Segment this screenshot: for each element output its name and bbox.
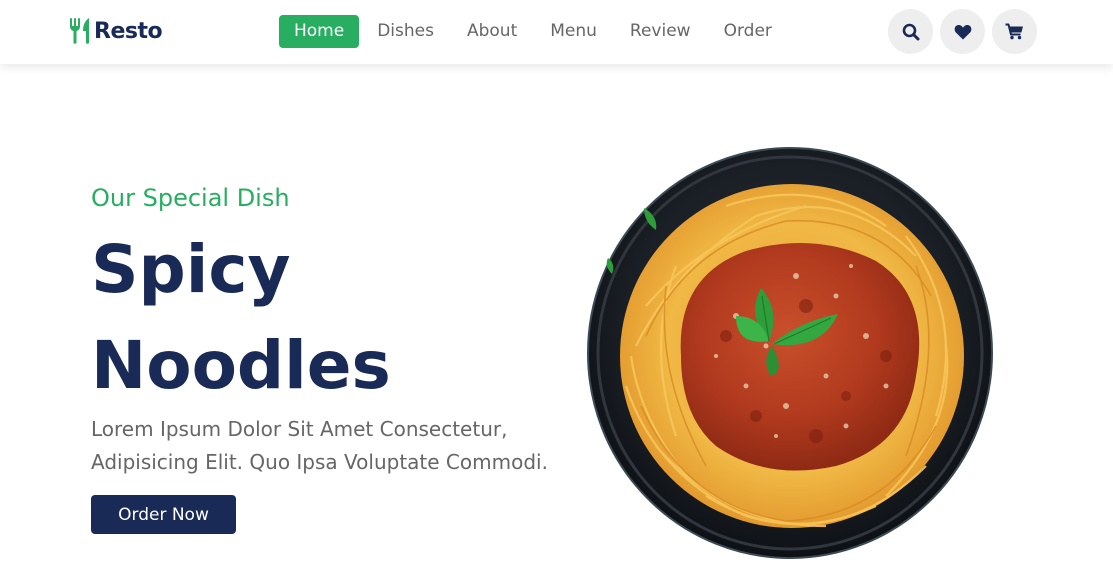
hero-subtitle: Our Special Dish [91, 184, 290, 212]
utensils-icon [70, 18, 89, 44]
search-button[interactable] [888, 9, 933, 54]
hero-title-line-2: Noodles [91, 327, 391, 404]
header-icons [888, 9, 1037, 54]
hero-title-line-1: Spicy [91, 231, 291, 308]
dish-image [587, 147, 993, 559]
cart-button[interactable] [992, 9, 1037, 54]
search-icon [902, 23, 919, 40]
site-header: Resto Home Dishes About Menu Review Orde… [0, 0, 1113, 64]
hero-description: Lorem Ipsum Dolor Sit Amet Consectetur, … [91, 417, 548, 474]
heart-icon [954, 24, 971, 39]
logo[interactable]: Resto [68, 16, 163, 46]
nav-order[interactable]: Order [708, 15, 788, 48]
hero-title: Spicy Noodles [91, 222, 551, 414]
cart-icon [1005, 23, 1023, 40]
nav-dishes[interactable]: Dishes [361, 15, 450, 48]
nav-home[interactable]: Home [279, 15, 360, 48]
logo-text: Resto [94, 18, 163, 44]
main-nav: Home Dishes About Menu Review Order [279, 15, 789, 48]
nav-about[interactable]: About [451, 15, 533, 48]
wishlist-button[interactable] [940, 9, 985, 54]
nav-review[interactable]: Review [614, 15, 707, 48]
nav-menu[interactable]: Menu [534, 15, 613, 48]
order-now-button[interactable]: Order Now [91, 495, 236, 534]
